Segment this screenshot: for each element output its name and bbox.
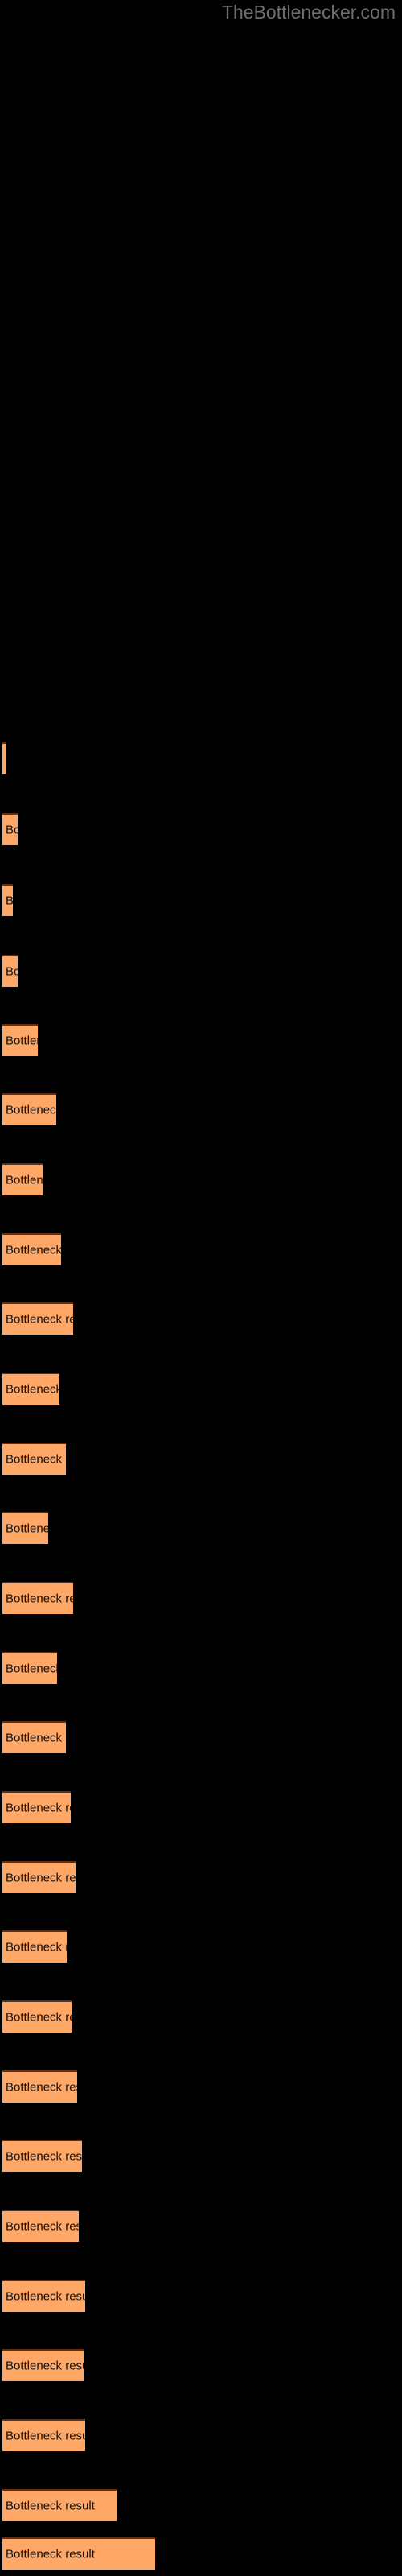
bar: Bottleneck result: [2, 1443, 66, 1475]
bar: Bottleneck result: [2, 884, 13, 916]
bar: Bottleneck result: [2, 2210, 79, 2242]
bar: Bottleneck result: [2, 1652, 57, 1684]
bottleneck-bar-chart: Bottleneck result Bottleneck result Bottle…: [0, 0, 402, 2576]
bar: Bottleneck result: [2, 2000, 72, 2033]
bar-label: Bottleneck result: [6, 1521, 48, 1536]
bar-label: Bottleneck result: [6, 2010, 72, 2025]
bar-label: Bottleneck result: [6, 1801, 71, 1815]
bar-label: Bottleneck result: [6, 2429, 85, 2443]
bar: Bottleneck result: [2, 1233, 61, 1265]
bar: Bottleneck result: [2, 1163, 43, 1195]
bar-label: Bottleneck result: [6, 1382, 59, 1397]
bar-label: Bottleneck result: [6, 823, 18, 837]
bar: Bottleneck result: [2, 1582, 73, 1614]
bar-label: Bottleneck result: [6, 1034, 38, 1048]
bar-label: Bottleneck result: [6, 2149, 82, 2164]
bar-label: Bottleneck result: [6, 2547, 95, 2562]
bar-label: Bottleneck result: [6, 2219, 79, 2234]
bar-label: Bottleneck result: [6, 1662, 57, 1676]
bar: Bottleneck result: [2, 1512, 48, 1544]
bar-label: Bottleneck result: [6, 2080, 77, 2095]
bar-label: Bottleneck result: [6, 1312, 73, 1327]
bar: Bottleneck result: [2, 1861, 76, 1893]
bar-label: Bottleneck result: [6, 1173, 43, 1187]
bar: Bottleneck result: [2, 2537, 155, 2570]
bar-label: Bottleneck result: [6, 964, 18, 979]
bar: Bottleneck result: [2, 1373, 59, 1405]
bar: Bottleneck result: [2, 1721, 66, 1753]
bar: Bottleneck result: [2, 2280, 85, 2312]
bar: Bottleneck result: [2, 1302, 73, 1335]
bar-label: Bottleneck result: [6, 2359, 84, 2373]
bar-label: Bottleneck result: [6, 894, 13, 908]
bar-label: Bottleneck result: [6, 1940, 67, 1955]
bar: Bottleneck result: [2, 2349, 84, 2381]
bar-label: Bottleneck result: [6, 2289, 85, 2304]
bar-label: Bottleneck result: [6, 1452, 66, 1467]
bar-label: Bottleneck result: [6, 2499, 95, 2513]
bar: Bottleneck result: [2, 955, 18, 987]
bar: Bottleneck result: [2, 2140, 82, 2172]
bar: Bottleneck result: [2, 1791, 71, 1823]
bar: Bottleneck result: [2, 813, 18, 845]
bar-label: Bottleneck result: [6, 1731, 66, 1745]
bar-label: Bottleneck result: [6, 1243, 61, 1257]
bar-label: Bottleneck result: [6, 1103, 56, 1117]
site-watermark: TheBottlenecker.com: [221, 2, 396, 23]
bar: Bottleneck result: [2, 2070, 77, 2103]
bar: Bottleneck result: [2, 1024, 38, 1056]
bar: Bottleneck result: [2, 2489, 117, 2521]
bar: Bottleneck result: [2, 1930, 67, 1963]
bar-label: Bottleneck result: [6, 1591, 73, 1606]
bar: Bottleneck result: [2, 2419, 85, 2451]
bar: Bottleneck result: [2, 1093, 56, 1125]
bar-label: Bottleneck result: [6, 1871, 76, 1885]
bar: Bottleneck result: [2, 742, 6, 774]
